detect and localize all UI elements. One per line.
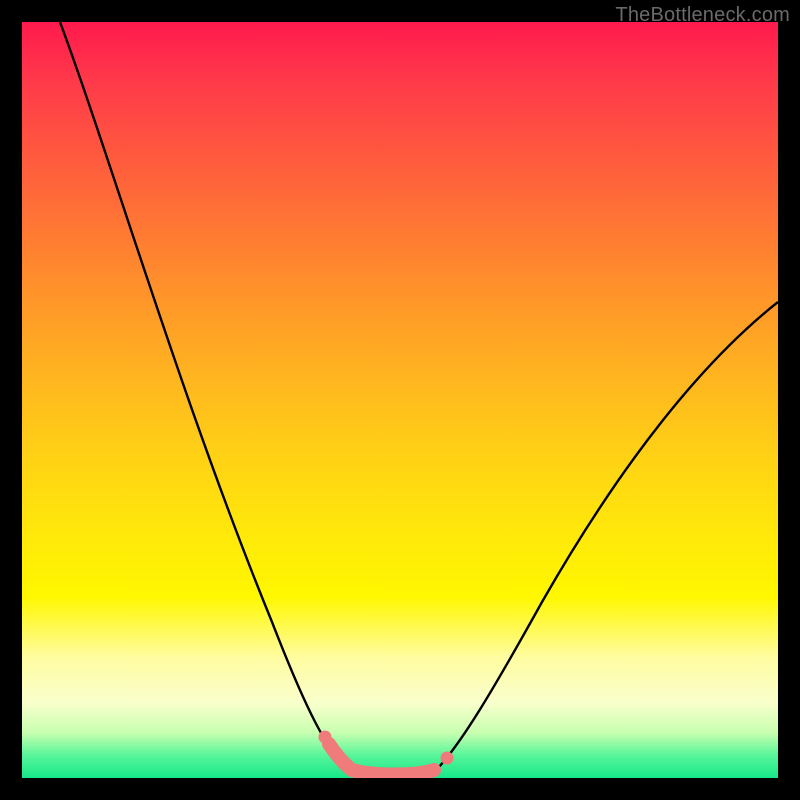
bottom-worm: [352, 770, 434, 775]
bottleneck-curve: [22, 22, 778, 778]
curve-left: [60, 22, 347, 768]
chart-plot-area: [22, 22, 778, 778]
curve-right: [438, 302, 778, 768]
chart-frame: TheBottleneck.com: [0, 0, 800, 800]
left-marker-cluster: [329, 744, 352, 770]
right-marker-dot: [441, 752, 454, 765]
left-marker-dot-top: [319, 731, 332, 744]
watermark-text: TheBottleneck.com: [615, 4, 790, 27]
